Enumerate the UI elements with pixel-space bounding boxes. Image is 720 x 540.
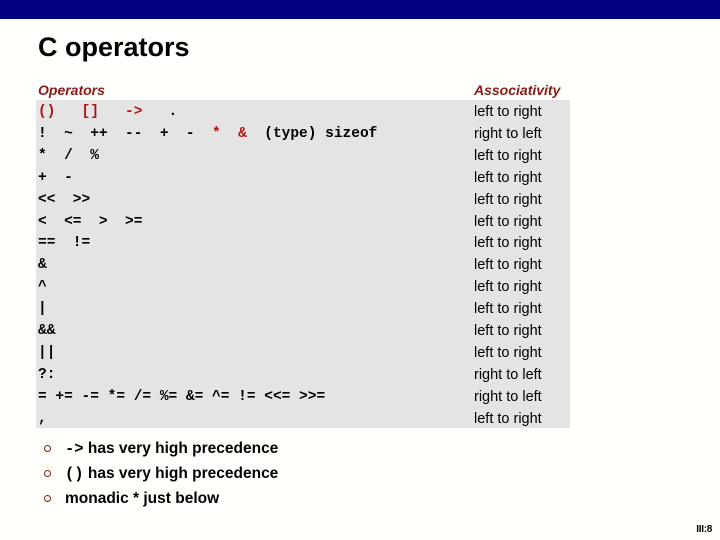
table-row-associativity: left to right [474, 323, 542, 339]
notes-bullet-list: -> has very high precedence() has very h… [38, 436, 638, 511]
bullet-circle-icon [44, 495, 51, 502]
table-row-associativity: left to right [474, 257, 542, 274]
table-row-operators: << >> [38, 189, 478, 211]
operator-token: . [142, 104, 178, 120]
table-row-operators: + - [38, 167, 478, 189]
operator-token: & [238, 125, 247, 142]
table-row-operators: || [38, 342, 478, 364]
table-row-associativity: left to right [474, 104, 542, 120]
inline-code: () [65, 465, 84, 483]
table-row-associativity: left to right [474, 344, 542, 361]
page-title: C operators [38, 32, 190, 62]
table-row-associativity: right to left [474, 366, 542, 383]
table-row-associativity: left to right [474, 147, 542, 164]
operator-token: * / % [38, 147, 99, 164]
top-decoration-bar [0, 0, 720, 19]
operator-token: () [38, 104, 56, 120]
table-row-associativity: left to right [474, 235, 542, 252]
operator-token: | [38, 301, 47, 318]
table-row-operators: < <= > >= [38, 211, 478, 233]
operator-token: + - [38, 169, 73, 186]
list-item-label: monadic * just below [65, 490, 219, 507]
table-row-operators: * / % [38, 145, 478, 167]
column-header-associativity: Associativity [474, 82, 561, 98]
bullet-circle-icon [44, 445, 51, 452]
list-item-text: has very high precedence [83, 465, 279, 482]
operator-token: [] [81, 104, 99, 120]
list-item: monadic * just below [38, 486, 638, 511]
operator-token: -> [125, 104, 143, 120]
table-row-operators: && [38, 320, 478, 342]
list-item: () has very high precedence [38, 461, 638, 486]
operator-token: || [38, 344, 56, 361]
operator-token: & [38, 257, 47, 274]
operator-token: << >> [38, 191, 91, 208]
table-row-operators: = += -= *= /= %= &= ^= != <<= >>= [38, 386, 478, 408]
operator-token: < <= > >= [38, 213, 143, 230]
table-row-operators: , [38, 408, 478, 430]
operator-token: && [38, 323, 56, 339]
table-row-operators: ^ [38, 276, 478, 298]
table-row-associativity: left to right [474, 213, 542, 230]
table-row-operators: () [] -> . [38, 101, 478, 123]
table-row-associativity: left to right [474, 301, 542, 318]
column-header-operators: Operators [38, 82, 105, 98]
table-row-operators: ?: [38, 364, 478, 386]
operator-token: ?: [38, 366, 56, 383]
list-item: -> has very high precedence [38, 436, 638, 461]
list-item-text: has very high precedence [83, 440, 279, 457]
operator-token [55, 104, 81, 120]
list-item-label: () has very high precedence [65, 465, 279, 483]
bullet-circle-icon [44, 470, 51, 477]
table-row-operators: == != [38, 232, 478, 254]
operator-token: , [38, 410, 47, 427]
inline-code: -> [65, 440, 84, 458]
operator-token: == != [38, 235, 91, 252]
operator-token: * [212, 125, 221, 142]
list-item-label: -> has very high precedence [65, 440, 279, 458]
operator-token: (type) sizeof [246, 125, 378, 142]
operator-token: ^ [38, 279, 47, 296]
operator-token [221, 126, 238, 142]
table-row-associativity: left to right [474, 410, 542, 427]
table-row-operators: | [38, 298, 478, 320]
list-item-text: monadic * just below [65, 490, 220, 507]
table-row-associativity: left to right [474, 169, 542, 186]
table-row-operators: ! ~ ++ -- + - * & (type) sizeof [38, 123, 478, 145]
table-row-associativity: left to right [474, 191, 542, 208]
table-row-associativity: left to right [474, 279, 542, 296]
table-row-associativity: right to left [474, 125, 542, 142]
operator-token: ! ~ ++ -- + - [38, 125, 213, 142]
table-row-operators: & [38, 254, 478, 276]
table-row-associativity: right to left [474, 388, 542, 405]
operator-token [99, 104, 125, 120]
operator-token: = += -= *= /= %= &= ^= != <<= >>= [38, 388, 326, 405]
page-number: III:8 [696, 524, 712, 535]
